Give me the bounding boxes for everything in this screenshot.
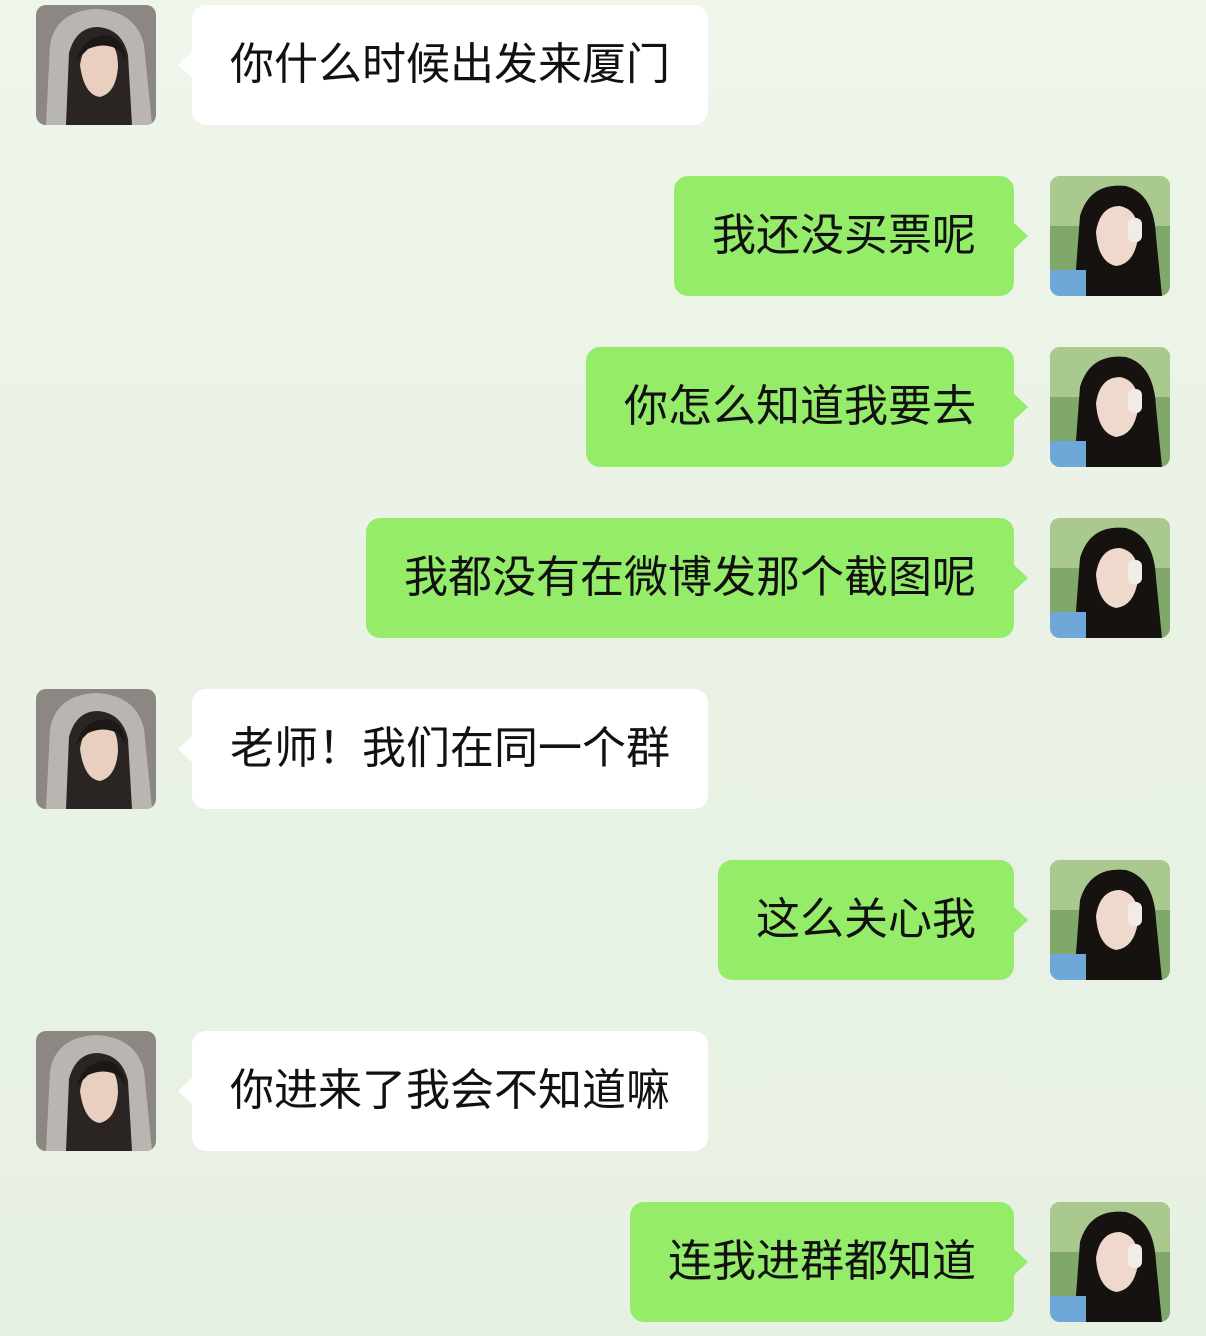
message-bubble[interactable]: 我还没买票呢 — [674, 176, 1014, 296]
my-avatar[interactable] — [1050, 1202, 1170, 1322]
my-avatar[interactable] — [1050, 518, 1170, 638]
headphones-girl-avatar-icon — [1050, 518, 1170, 638]
bubble-tail — [178, 735, 193, 763]
message-row-outgoing: 你怎么知道我要去 — [0, 347, 1206, 467]
bubble-tail — [178, 51, 193, 79]
message-bubble[interactable]: 你什么时候出发来厦门 — [192, 5, 708, 125]
headphones-girl-avatar-icon — [1050, 347, 1170, 467]
message-bubble[interactable]: 这么关心我 — [718, 860, 1014, 980]
contact-avatar[interactable] — [36, 1031, 156, 1151]
headphones-girl-avatar-icon — [1050, 860, 1170, 980]
message-bubble[interactable]: 我都没有在微博发那个截图呢 — [366, 518, 1014, 638]
chat-history: 你什么时候出发来厦门 我还没买票呢 你怎么知道我要去 我都没有在微博发那个截图呢… — [0, 0, 1206, 1336]
message-row-incoming: 老师！我们在同一个群 — [0, 689, 1206, 809]
my-avatar[interactable] — [1050, 176, 1170, 296]
headphones-girl-avatar-icon — [1050, 1202, 1170, 1322]
hooded-girl-avatar-icon — [36, 1031, 156, 1151]
message-bubble[interactable]: 你进来了我会不知道嘛 — [192, 1031, 708, 1151]
contact-avatar[interactable] — [36, 5, 156, 125]
headphones-girl-avatar-icon — [1050, 176, 1170, 296]
bubble-tail — [1013, 564, 1028, 592]
bubble-tail — [1013, 222, 1028, 250]
my-avatar[interactable] — [1050, 860, 1170, 980]
message-bubble[interactable]: 连我进群都知道 — [630, 1202, 1014, 1322]
message-row-outgoing: 我都没有在微博发那个截图呢 — [0, 518, 1206, 638]
message-row-outgoing: 这么关心我 — [0, 860, 1206, 980]
message-row-outgoing: 连我进群都知道 — [0, 1202, 1206, 1322]
bubble-tail — [1013, 1248, 1028, 1276]
bubble-tail — [1013, 393, 1028, 421]
contact-avatar[interactable] — [36, 689, 156, 809]
bubble-tail — [178, 1077, 193, 1105]
message-row-incoming: 你进来了我会不知道嘛 — [0, 1031, 1206, 1151]
hooded-girl-avatar-icon — [36, 689, 156, 809]
message-row-outgoing: 我还没买票呢 — [0, 176, 1206, 296]
hooded-girl-avatar-icon — [36, 5, 156, 125]
message-bubble[interactable]: 你怎么知道我要去 — [586, 347, 1014, 467]
message-row-incoming: 你什么时候出发来厦门 — [0, 5, 1206, 125]
message-bubble[interactable]: 老师！我们在同一个群 — [192, 689, 708, 809]
bubble-tail — [1013, 906, 1028, 934]
my-avatar[interactable] — [1050, 347, 1170, 467]
